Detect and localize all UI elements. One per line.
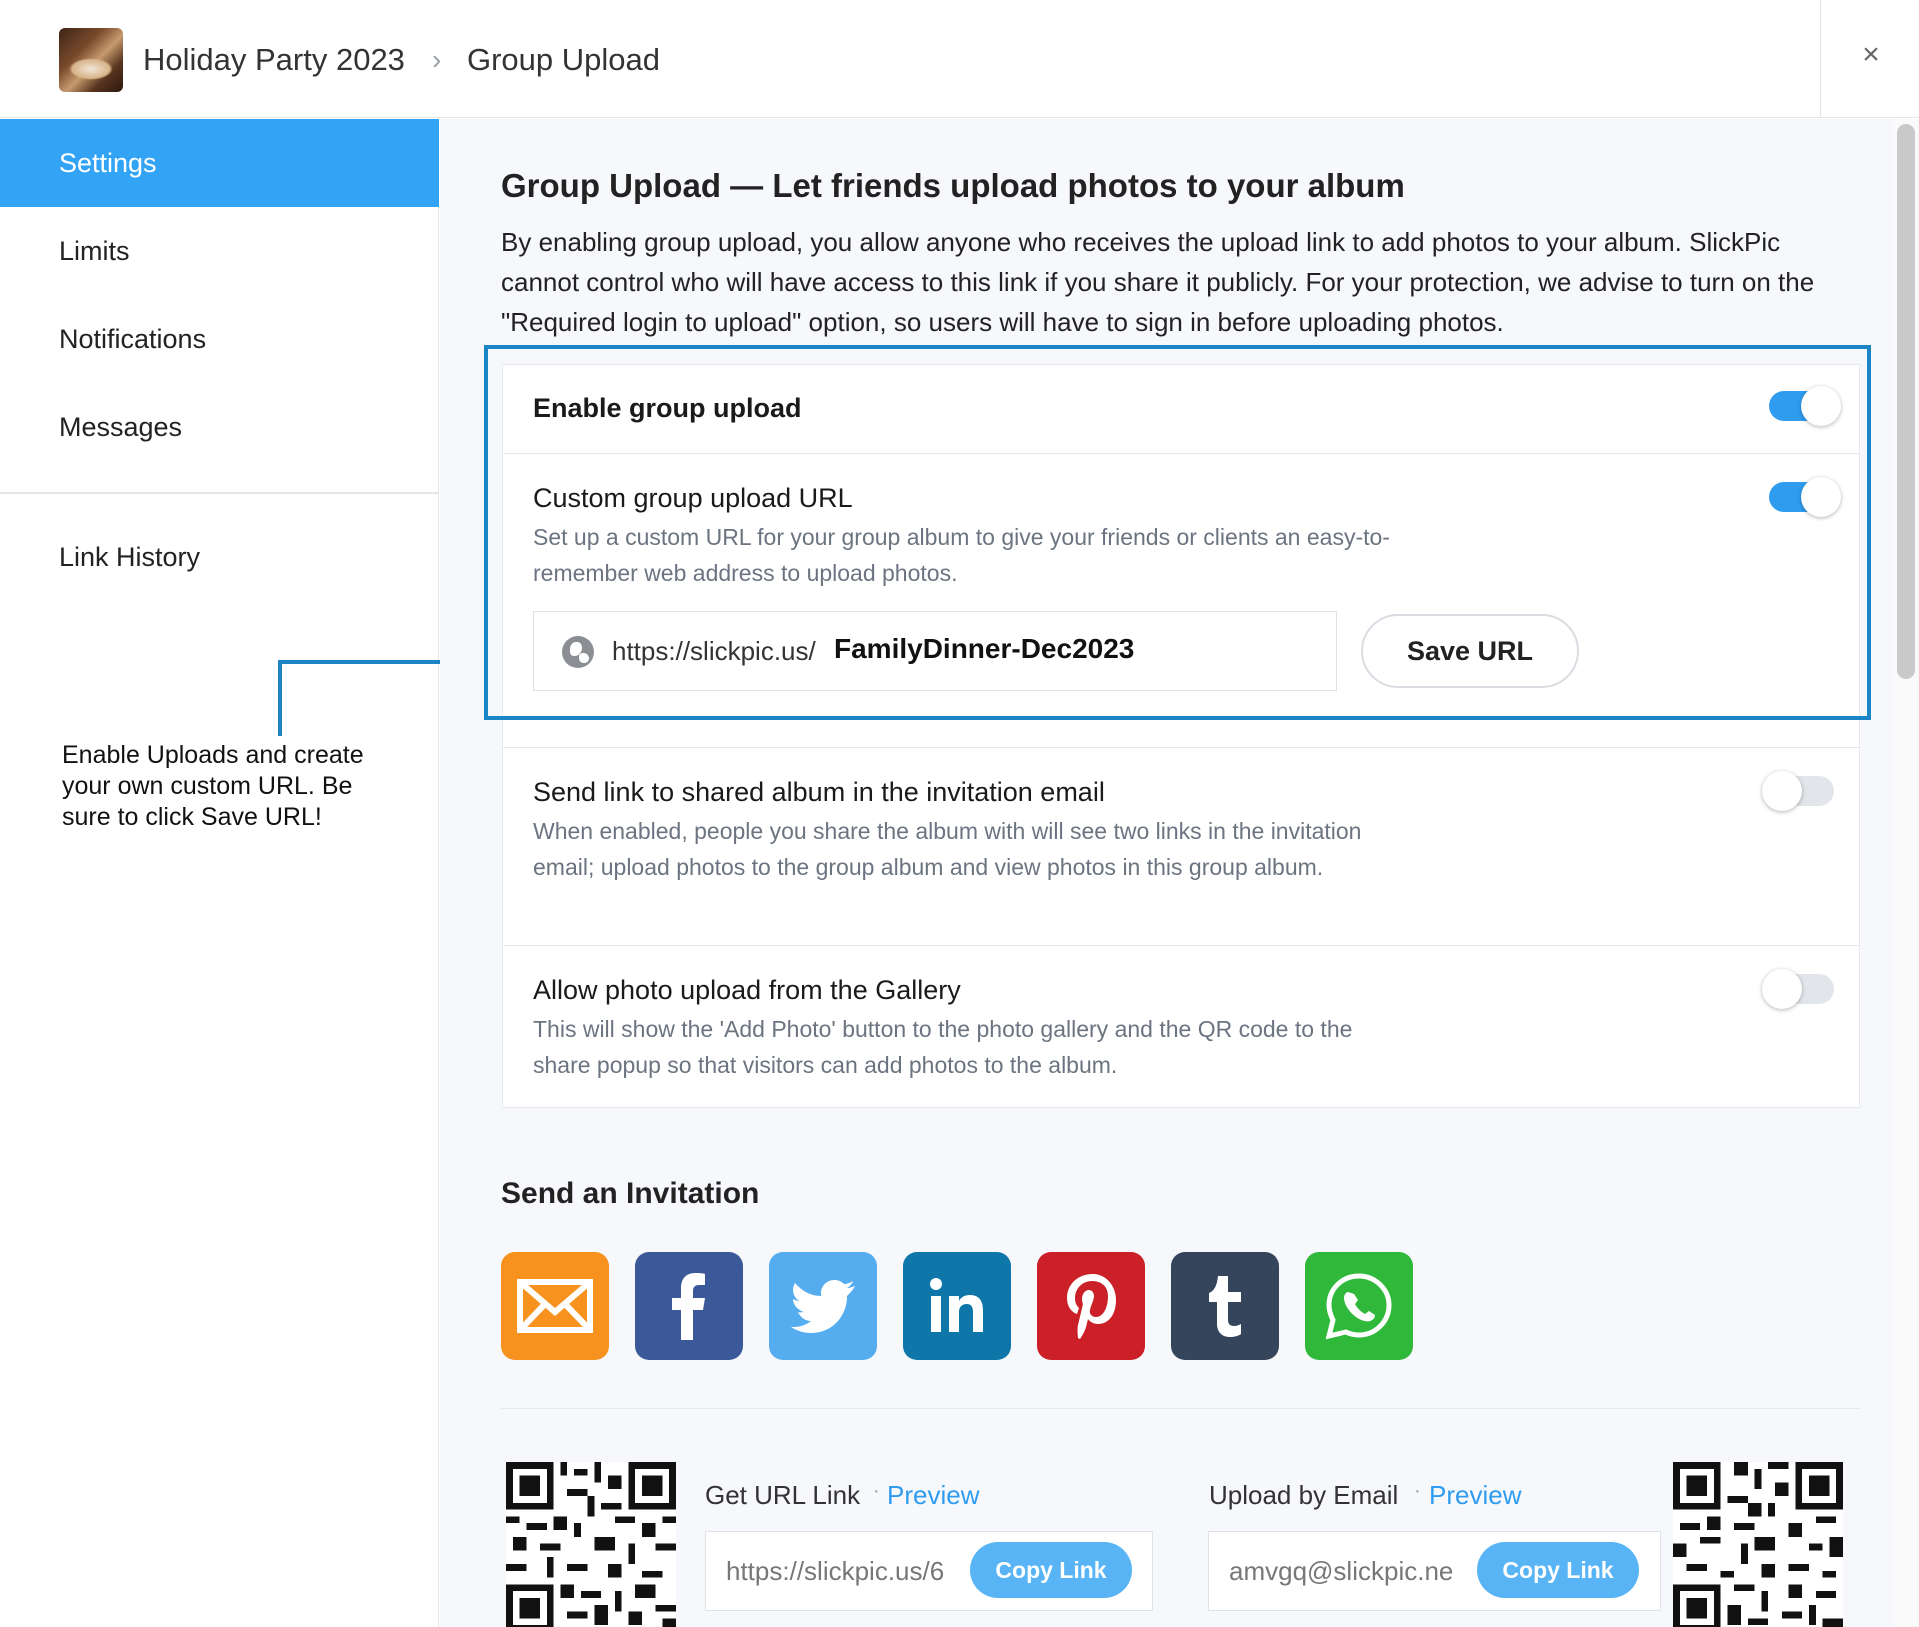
url-slug-input[interactable]: FamilyDinner-Dec2023 (834, 633, 1134, 665)
sidebar-item-notifications[interactable]: Notifications (0, 295, 439, 383)
email-link-field[interactable]: amvgq@slickpic.ne Copy Link (1208, 1531, 1661, 1611)
url-qr-code[interactable] (506, 1462, 676, 1627)
separator-dot: · (1414, 1480, 1421, 1502)
save-url-button[interactable]: Save URL (1361, 614, 1579, 688)
row-divider (502, 747, 1860, 748)
url-link-label: Get URL Link (705, 1480, 861, 1510)
toggle-custom-url[interactable] (1769, 477, 1841, 517)
linkedin-icon (930, 1278, 983, 1332)
row-divider (502, 945, 1860, 946)
row-divider (502, 453, 1860, 454)
sidebar-divider (0, 492, 439, 494)
toggle-knob (1762, 771, 1802, 811)
share-facebook-button[interactable] (635, 1252, 743, 1360)
url-prefix: https://slickpic.us/ (612, 636, 816, 666)
tumblr-icon (1209, 1276, 1241, 1337)
breadcrumb-album[interactable]: Holiday Party 2023 (143, 42, 405, 78)
header-bar: Holiday Party 2023 › Group Upload × (0, 0, 1919, 118)
copy-url-link-button[interactable]: Copy Link (970, 1542, 1132, 1598)
share-tumblr-button[interactable] (1171, 1252, 1279, 1360)
setting-desc-gallery-upload: This will show the 'Add Photo' button to… (533, 1016, 1353, 1078)
whatsapp-icon (1325, 1273, 1392, 1340)
email-preview-link[interactable]: Preview (1429, 1480, 1521, 1511)
setting-desc-custom-url: Set up a custom URL for your group album… (533, 524, 1390, 586)
url-preview-link[interactable]: Preview (887, 1480, 979, 1511)
separator-dot: · (873, 1480, 880, 1502)
intro-text: By enabling group upload, you allow anyo… (501, 227, 1815, 337)
url-link-value[interactable]: https://slickpic.us/6 (726, 1556, 956, 1587)
setting-desc-send-link: When enabled, people you share the album… (533, 818, 1362, 880)
scrollbar-thumb[interactable] (1897, 124, 1915, 679)
section-divider (501, 1408, 1860, 1409)
toggle-enable-group-upload[interactable] (1769, 386, 1841, 426)
sidebar-item-settings[interactable]: Settings (0, 119, 439, 207)
album-thumbnail (59, 28, 123, 92)
copy-email-link-button[interactable]: Copy Link (1477, 1542, 1639, 1598)
sidebar-item-limits[interactable]: Limits (0, 207, 439, 295)
invitation-heading: Send an Invitation (501, 1177, 760, 1210)
sidebar-item-messages[interactable]: Messages (0, 383, 439, 471)
toggle-gallery-upload[interactable] (1762, 969, 1834, 1009)
facebook-icon (672, 1273, 705, 1340)
sidebar: Settings Limits Notifications Messages L… (0, 119, 439, 1627)
annotation-text: Enable Uploads and create your own custo… (62, 741, 364, 831)
page-title: Group Upload — Let friends upload photos… (501, 167, 1405, 204)
annotation-connector-vertical (278, 660, 282, 736)
share-pinterest-button[interactable] (1037, 1252, 1145, 1360)
share-linkedin-button[interactable] (903, 1252, 1011, 1360)
pinterest-icon (1067, 1274, 1116, 1339)
twitter-bird-icon (791, 1280, 855, 1333)
toggle-knob (1801, 386, 1841, 426)
globe-icon (562, 636, 594, 668)
setting-title-gallery-upload: Allow photo upload from the Gallery (533, 975, 961, 1005)
breadcrumb-current: Group Upload (467, 42, 661, 77)
url-link-field[interactable]: https://slickpic.us/6 Copy Link (705, 1531, 1153, 1611)
close-icon[interactable]: × (1856, 40, 1886, 70)
qr-code-icon (1673, 1462, 1843, 1627)
share-whatsapp-button[interactable] (1305, 1252, 1413, 1360)
setting-title-send-link: Send link to shared album in the invitat… (533, 777, 1105, 807)
header-divider (1820, 0, 1821, 118)
envelope-icon (517, 1279, 593, 1333)
email-link-label: Upload by Email (1209, 1480, 1399, 1510)
sidebar-item-link-history[interactable]: Link History (0, 513, 439, 601)
qr-code-icon (506, 1462, 676, 1627)
setting-title-custom-url: Custom group upload URL (533, 483, 853, 513)
custom-url-field[interactable]: https://slickpic.us/ FamilyDinner-Dec202… (533, 611, 1337, 691)
toggle-send-link[interactable] (1762, 771, 1834, 811)
breadcrumb-chevron-icon: › (432, 44, 442, 75)
share-twitter-button[interactable] (769, 1252, 877, 1360)
share-email-button[interactable] (501, 1252, 609, 1360)
toggle-knob (1801, 477, 1841, 517)
email-qr-code[interactable] (1673, 1462, 1843, 1627)
toggle-knob (1762, 969, 1802, 1009)
setting-title-enable: Enable group upload (533, 393, 802, 423)
email-link-value[interactable]: amvgq@slickpic.ne (1229, 1556, 1459, 1587)
